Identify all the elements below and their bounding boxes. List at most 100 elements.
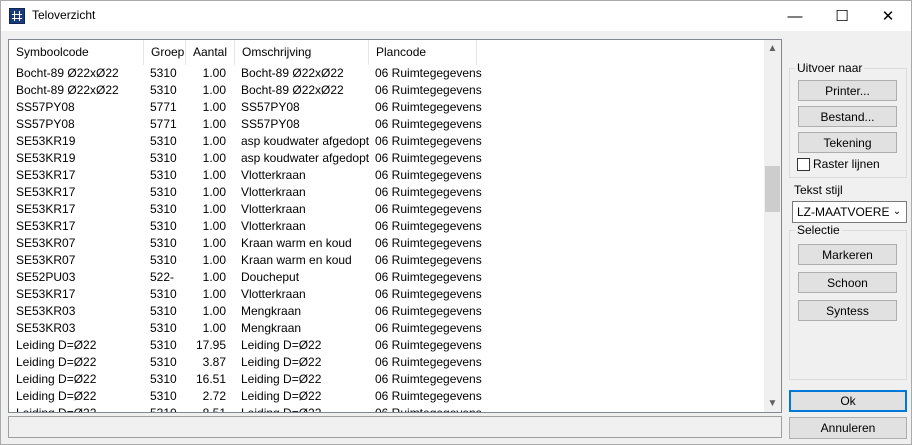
- cell-groep: 5310: [150, 185, 177, 199]
- minimize-icon: —: [787, 7, 803, 25]
- column-header-groep[interactable]: Groep: [144, 40, 186, 65]
- cell-plancode: 06 Ruimtegegevens: [375, 236, 482, 250]
- table-row[interactable]: Bocht-89 Ø22xØ22 5310 1.00 Bocht-89 Ø22xØ22…: [9, 82, 767, 99]
- cell-omschrijving: Vlotterkraan: [241, 185, 306, 199]
- cell-plancode: 06 Ruimtegegevens: [375, 253, 482, 267]
- table-row[interactable]: SE53KR19 5310 1.00 asp koudwater afgedopt 06…: [9, 133, 767, 150]
- cell-symboolcode: Leiding D=Ø22: [16, 406, 97, 413]
- cell-omschrijving: Bocht-89 Ø22xØ22: [241, 83, 344, 97]
- table-row[interactable]: SE53KR19 5310 1.00 asp koudwater afgedopt 06…: [9, 150, 767, 167]
- cell-omschrijving: Kraan warm en koud: [241, 253, 352, 267]
- scroll-thumb[interactable]: [765, 166, 780, 212]
- table-row[interactable]: Leiding D=Ø22 5310 3.87 Leiding D=Ø22 06 Rui…: [9, 354, 767, 371]
- cell-aantal: 1.00: [202, 219, 226, 233]
- cell-groep: 5310: [150, 287, 177, 301]
- table-row[interactable]: Leiding D=Ø22 5310 8.51 Leiding D=Ø22 06 Rui…: [9, 405, 767, 413]
- maximize-button[interactable]: ☐: [819, 1, 865, 31]
- cell-symboolcode: SE53KR17: [16, 168, 76, 182]
- cell-groep: 5310: [150, 355, 177, 369]
- table-row[interactable]: SE53KR17 5310 1.00 Vlotterkraan 06 Ruimtegeg…: [9, 201, 767, 218]
- table-row[interactable]: SE53KR03 5310 1.00 Mengkraan 06 Ruimtegegeve…: [9, 303, 767, 320]
- cell-aantal: 1.00: [202, 253, 226, 267]
- cell-groep: 5310: [150, 406, 177, 413]
- cell-aantal: 3.87: [202, 355, 226, 369]
- scroll-down-icon[interactable]: ▼: [764, 395, 781, 412]
- table-row[interactable]: SE53KR17 5310 1.00 Vlotterkraan 06 Ruimtegeg…: [9, 167, 767, 184]
- parts-list[interactable]: Symboolcode Groep Aantal Omschrijving Pl…: [8, 39, 782, 413]
- cell-groep: 5310: [150, 253, 177, 267]
- table-row[interactable]: SE53KR17 5310 1.00 Vlotterkraan 06 Ruimtegeg…: [9, 286, 767, 303]
- table-row[interactable]: SE53KR03 5310 1.00 Mengkraan 06 Ruimtegegeve…: [9, 320, 767, 337]
- cell-plancode: 06 Ruimtegegevens: [375, 389, 482, 403]
- cell-omschrijving: Leiding D=Ø22: [241, 372, 322, 386]
- cell-aantal: 1.00: [202, 185, 226, 199]
- syntess-button[interactable]: Syntess: [798, 300, 897, 321]
- cell-groep: 5771: [150, 100, 177, 114]
- list-header: Symboolcode Groep Aantal Omschrijving Pl…: [9, 40, 767, 65]
- close-button[interactable]: ✕: [865, 1, 911, 31]
- cell-omschrijving: Leiding D=Ø22: [241, 406, 322, 413]
- file-button[interactable]: Bestand...: [798, 106, 897, 127]
- clean-button[interactable]: Schoon: [798, 272, 897, 293]
- table-row[interactable]: SS57PY08 5771 1.00 SS57PY08 06 Ruimtegegeven…: [9, 116, 767, 133]
- list-rows: Bocht-89 Ø22xØ22 5310 1.00 Bocht-89 Ø22xØ22…: [9, 65, 767, 413]
- table-row[interactable]: Leiding D=Ø22 5310 16.51 Leiding D=Ø22 06 Ru…: [9, 371, 767, 388]
- cell-groep: 5310: [150, 151, 177, 165]
- cancel-button[interactable]: Annuleren: [789, 417, 907, 439]
- cell-aantal: 1.00: [202, 66, 226, 80]
- cell-omschrijving: asp koudwater afgedopt: [241, 151, 369, 165]
- cell-aantal: 1.00: [202, 117, 226, 131]
- cell-symboolcode: SE53KR17: [16, 202, 76, 216]
- table-row[interactable]: Bocht-89 Ø22xØ22 5310 1.00 Bocht-89 Ø22xØ22…: [9, 65, 767, 82]
- grid-lines-label: Raster lijnen: [813, 157, 880, 171]
- cell-groep: 5310: [150, 236, 177, 250]
- cell-groep: 5310: [150, 338, 177, 352]
- column-header-plancode[interactable]: Plancode: [369, 40, 477, 65]
- cell-omschrijving: Doucheput: [241, 270, 300, 284]
- cell-omschrijving: Leiding D=Ø22: [241, 355, 322, 369]
- table-row[interactable]: SS57PY08 5771 1.00 SS57PY08 06 Ruimtegegeven…: [9, 99, 767, 116]
- table-row[interactable]: Leiding D=Ø22 5310 17.95 Leiding D=Ø22 06 Ru…: [9, 337, 767, 354]
- title-bar[interactable]: Teloverzicht — ☐ ✕: [1, 1, 911, 31]
- scroll-up-icon[interactable]: ▲: [764, 40, 781, 57]
- column-header-symboolcode[interactable]: Symboolcode: [9, 40, 144, 65]
- printer-button[interactable]: Printer...: [798, 80, 897, 101]
- vertical-scrollbar[interactable]: ▲ ▼: [764, 40, 781, 412]
- cell-aantal: 1.00: [202, 134, 226, 148]
- cell-omschrijving: SS57PY08: [241, 100, 300, 114]
- cell-aantal: 1.00: [202, 100, 226, 114]
- cell-aantal: 1.00: [202, 202, 226, 216]
- cell-groep: 5310: [150, 304, 177, 318]
- column-header-omschrijving[interactable]: Omschrijving: [235, 40, 369, 65]
- cell-plancode: 06 Ruimtegegevens: [375, 372, 482, 386]
- selection-group-label: Selectie: [795, 223, 842, 237]
- ok-button[interactable]: Ok: [789, 390, 907, 412]
- drawing-button[interactable]: Tekening: [798, 132, 897, 153]
- cell-plancode: 06 Ruimtegegevens: [375, 185, 482, 199]
- cell-groep: 5310: [150, 83, 177, 97]
- table-row[interactable]: SE53KR07 5310 1.00 Kraan warm en koud 06 Rui…: [9, 252, 767, 269]
- cell-omschrijving: Kraan warm en koud: [241, 236, 352, 250]
- table-row[interactable]: Leiding D=Ø22 5310 2.72 Leiding D=Ø22 06 Rui…: [9, 388, 767, 405]
- cell-plancode: 06 Ruimtegegevens: [375, 219, 482, 233]
- table-row[interactable]: SE53KR17 5310 1.00 Vlotterkraan 06 Ruimtegeg…: [9, 218, 767, 235]
- text-style-select[interactable]: LZ-MAATVOERENDE ⌄: [792, 201, 907, 223]
- minimize-button[interactable]: —: [772, 1, 818, 31]
- cell-omschrijving: asp koudwater afgedopt: [241, 134, 369, 148]
- column-header-aantal[interactable]: Aantal: [186, 40, 235, 65]
- cell-omschrijving: Vlotterkraan: [241, 287, 306, 301]
- cell-aantal: 1.00: [202, 83, 226, 97]
- cell-symboolcode: Leiding D=Ø22: [16, 389, 97, 403]
- table-row[interactable]: SE53KR17 5310 1.00 Vlotterkraan 06 Ruimtegeg…: [9, 184, 767, 201]
- cell-plancode: 06 Ruimtegegevens: [375, 355, 482, 369]
- table-row[interactable]: SE52PU03 522- 1.00 Doucheput 06 Ruimtegegeve…: [9, 269, 767, 286]
- cell-groep: 5310: [150, 321, 177, 335]
- table-row[interactable]: SE53KR07 5310 1.00 Kraan warm en koud 06 Rui…: [9, 235, 767, 252]
- grid-lines-checkbox[interactable]: [797, 158, 810, 171]
- cell-aantal: 1.00: [202, 236, 226, 250]
- cell-omschrijving: Bocht-89 Ø22xØ22: [241, 66, 344, 80]
- cell-aantal: 1.00: [202, 321, 226, 335]
- cell-plancode: 06 Ruimtegegevens: [375, 321, 482, 335]
- cell-omschrijving: Vlotterkraan: [241, 219, 306, 233]
- mark-button[interactable]: Markeren: [798, 244, 897, 265]
